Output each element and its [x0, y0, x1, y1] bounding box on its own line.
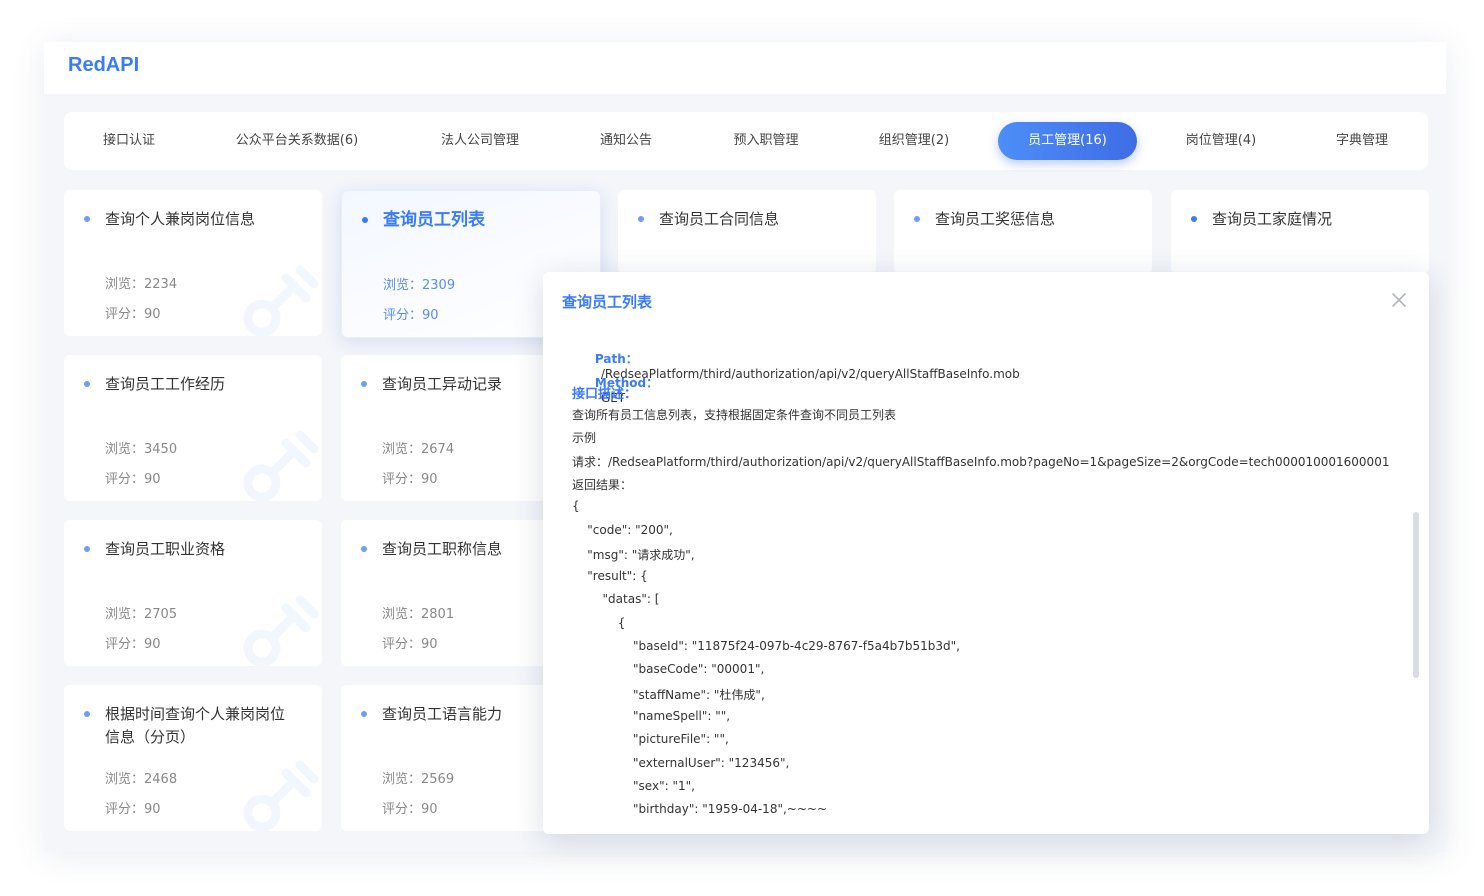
api-card[interactable]: 查询员工职业资格 浏览：2705 评分：90	[64, 520, 322, 666]
card-views: 浏览：2309	[383, 278, 456, 293]
popup-title: 查询员工列表	[562, 293, 653, 311]
tab-staff[interactable]: 员工管理(16)	[998, 122, 1137, 160]
card-views: 浏览：2569	[382, 772, 455, 787]
description-line: 查询所有员工信息列表，支持根据固定条件查询不同员工列表	[572, 408, 897, 422]
bullet-dot	[1191, 216, 1197, 222]
tab-auth[interactable]: 接口认证	[84, 122, 174, 160]
description-line: 示例	[572, 431, 597, 446]
card-views: 浏览：2705	[105, 607, 178, 622]
bullet-dot	[361, 381, 367, 387]
bullet-dot	[638, 216, 644, 222]
description-line: "birthday": "1959-04-18",~~~~	[572, 802, 828, 817]
card-views: 浏览：2234	[105, 277, 178, 292]
app-logo[interactable]: RedAPI	[68, 54, 139, 77]
description-line: "nameSpell": "",	[572, 708, 731, 723]
tab-legal-company[interactable]: 法人公司管理	[424, 122, 536, 160]
close-icon[interactable]	[1389, 290, 1409, 310]
tab-public-platform[interactable]: 公众平台关系数据(6)	[224, 122, 370, 160]
bullet-dot	[84, 546, 90, 552]
card-views: 浏览：2468	[105, 772, 178, 787]
bullet-dot	[361, 711, 367, 717]
tab-dictionary[interactable]: 字典管理	[1318, 122, 1406, 160]
bullet-dot	[84, 216, 90, 222]
bullet-dot	[914, 216, 920, 222]
card-title: 查询个人兼岗岗位信息	[105, 210, 256, 228]
card-title: 查询员工家庭情况	[1212, 210, 1333, 228]
card-title: 查询员工奖惩信息	[935, 210, 1056, 228]
bullet-dot	[84, 711, 90, 717]
tab-position[interactable]: 岗位管理(4)	[1168, 122, 1274, 160]
api-card[interactable]: 查询员工工作经历 浏览：3450 评分：90	[64, 355, 322, 501]
tab-organization[interactable]: 组织管理(2)	[860, 122, 968, 160]
description-label: 接口描述：	[572, 387, 638, 402]
description-line: "baseId": "11875f24-097b-4c29-8767-f5a4b…	[572, 639, 960, 653]
decorative-plug-icon	[243, 265, 319, 336]
popup-content: Path： /RedseaPlatform/third/authorizatio…	[572, 330, 1412, 830]
api-card[interactable]: 查询个人兼岗岗位信息 浏览：2234 评分：90	[64, 190, 322, 336]
card-score: 评分：90	[382, 472, 438, 487]
api-detail-popup: 查询员工列表 Path： /RedseaPlatform/third/autho…	[543, 272, 1429, 834]
category-tabs: 接口认证 公众平台关系数据(6) 法人公司管理 通知公告 预入职管理 组织管理(…	[64, 112, 1428, 170]
decorative-plug-icon	[243, 760, 319, 831]
card-score: 评分：90	[105, 802, 161, 817]
card-title: 查询员工列表	[383, 210, 485, 230]
bullet-dot	[84, 381, 90, 387]
decorative-plug-icon	[243, 595, 319, 666]
card-score: 评分：90	[382, 637, 438, 652]
card-score: 评分：90	[105, 472, 161, 487]
description-line: "sex": "1",	[572, 778, 695, 793]
description-line: "msg": "请求成功",	[572, 547, 695, 562]
api-card[interactable]: 根据时间查询个人兼岗岗位信息（分页） 浏览：2468 评分：90	[64, 685, 322, 831]
popup-scrollbar[interactable]	[1413, 512, 1419, 678]
bullet-dot	[362, 217, 368, 223]
description-line: "staffName": "杜伟成",	[572, 687, 765, 702]
tab-pre-entry[interactable]: 预入职管理	[714, 122, 818, 160]
card-title: 查询员工工作经历	[105, 375, 226, 393]
card-views: 浏览：2674	[382, 442, 455, 457]
description-line: "externalUser": "123456",	[572, 755, 790, 770]
description-line: "datas": [	[572, 592, 660, 607]
path-value: /RedseaPlatform/third/authorization/api/…	[600, 367, 1020, 381]
card-title: 查询员工合同信息	[659, 210, 780, 228]
card-score: 评分：90	[105, 307, 161, 322]
bullet-dot	[361, 546, 367, 552]
api-card[interactable]: 查询员工合同信息	[618, 190, 876, 274]
description-line: "code": "200",	[572, 522, 673, 537]
description-line: {	[572, 499, 580, 514]
api-card[interactable]: 查询员工奖惩信息	[894, 190, 1152, 274]
card-score: 评分：90	[383, 308, 439, 323]
top-bar: RedAPI	[44, 42, 1446, 94]
decorative-plug-icon	[243, 430, 319, 501]
description-line: "result": {	[572, 569, 648, 584]
card-title: 查询员工职业资格	[105, 540, 226, 558]
card-views: 浏览：2801	[382, 607, 455, 622]
description-line: 返回结果：	[572, 477, 633, 492]
description-line: "pictureFile": "",	[572, 732, 729, 747]
tab-notice[interactable]: 通知公告	[584, 122, 668, 160]
card-title: 根据时间查询个人兼岗岗位信息（分页）	[105, 705, 286, 746]
card-views: 浏览：3450	[105, 442, 178, 457]
description-line: "baseCode": "00001",	[572, 662, 765, 677]
card-score: 评分：90	[105, 637, 161, 652]
description-line: 请求：/RedseaPlatform/third/authorization/a…	[572, 454, 1390, 469]
api-card[interactable]: 查询员工家庭情况	[1171, 190, 1429, 274]
description-line: {	[572, 615, 626, 630]
card-score: 评分：90	[382, 802, 438, 817]
